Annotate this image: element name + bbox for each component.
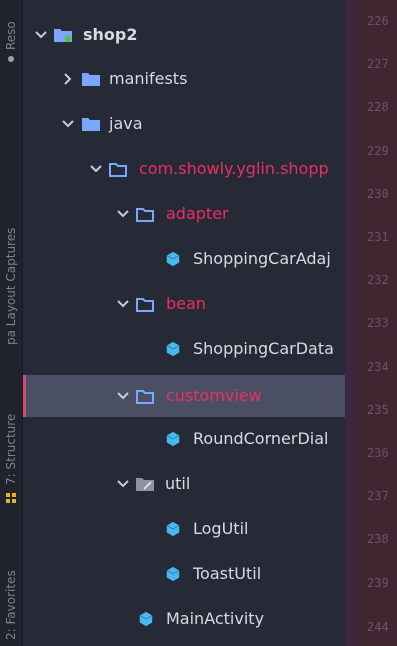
line-number: 229 (367, 144, 389, 158)
tree-item-customview[interactable]: customview (23, 375, 345, 417)
structure-icon (6, 493, 16, 503)
line-number: 239 (367, 576, 389, 590)
tree-item-label: java (109, 114, 143, 133)
tree-item-package[interactable]: com.showly.yglin.shopp (23, 153, 345, 185)
tree-item-shop2[interactable]: shop2 (23, 19, 345, 51)
tree-item-main-class[interactable]: MainActivity (23, 603, 345, 635)
line-number: 226 (367, 14, 389, 28)
class-icon (166, 431, 180, 447)
tree-item-label: LogUtil (193, 519, 249, 538)
tree-item-adapter[interactable]: adapter (23, 198, 345, 230)
resources-tab[interactable]: Reso (0, 0, 22, 62)
line-number: 227 (367, 57, 389, 71)
package-icon (136, 208, 154, 222)
tree-item-manifests[interactable]: manifests (23, 63, 345, 95)
class-icon (166, 521, 180, 537)
tree-item-bean[interactable]: bean (23, 288, 345, 320)
module-folder-icon (54, 29, 72, 43)
tree-item-label: adapter (166, 204, 229, 223)
tree-item-customview-class[interactable]: RoundCornerDial (23, 423, 345, 455)
tree-item-util[interactable]: util (23, 468, 345, 500)
line-number: 232 (367, 273, 389, 287)
line-number: 238 (367, 532, 389, 546)
package-icon (136, 390, 154, 404)
class-icon (139, 611, 153, 627)
tree-item-java[interactable]: java (23, 108, 345, 140)
resources-tab-label: Reso (4, 21, 18, 50)
chevron-down-icon[interactable] (116, 207, 130, 221)
tree-item-label: customview (166, 386, 262, 405)
chevron-down-icon[interactable] (34, 28, 48, 42)
layout-captures-tab[interactable]: pa Layout Captures (0, 180, 22, 350)
class-icon (166, 251, 180, 267)
line-number: 234 (367, 360, 389, 374)
class-icon (166, 341, 180, 357)
tree-item-label: RoundCornerDial (193, 429, 329, 448)
class-icon (166, 566, 180, 582)
source-folder-icon (82, 118, 100, 131)
folder-icon (82, 73, 100, 86)
line-number: 244 (367, 620, 389, 634)
tree-item-util-class-1[interactable]: LogUtil (23, 513, 345, 545)
tree-item-util-class-2[interactable]: ToastUtil (23, 558, 345, 590)
line-number: 235 (367, 403, 389, 417)
chevron-down-icon[interactable] (89, 162, 103, 176)
tree-item-label: manifests (109, 69, 188, 88)
panel-divider[interactable] (345, 0, 355, 646)
line-number: 231 (367, 230, 389, 244)
chevron-down-icon[interactable] (61, 117, 75, 131)
chevron-right-icon[interactable] (61, 72, 75, 86)
structure-tab[interactable]: 7: Structure (0, 385, 22, 515)
favorites-tab[interactable]: 2: Favorites (0, 545, 22, 645)
chevron-down-icon[interactable] (116, 297, 130, 311)
tree-item-label: ToastUtil (193, 564, 262, 583)
package-icon (109, 163, 127, 177)
resources-tab-icon (8, 56, 14, 62)
line-number: 237 (367, 489, 389, 503)
package-icon (136, 298, 154, 312)
tree-item-label: bean (166, 294, 206, 313)
tree-item-label: shop2 (83, 25, 138, 44)
project-tree: shop2 manifests java com.showly.yglin.sh… (23, 0, 345, 646)
tree-item-label: util (165, 474, 191, 493)
tree-item-bean-class[interactable]: ShoppingCarData (23, 333, 345, 365)
tree-item-label: ShoppingCarAdaj (193, 249, 331, 268)
line-number: 228 (367, 100, 389, 114)
line-number: 230 (367, 187, 389, 201)
folder-icon (136, 478, 154, 491)
tool-window-strip: Reso pa Layout Captures 7: Structure 2: … (0, 0, 23, 646)
tree-item-adapter-class[interactable]: ShoppingCarAdaj (23, 243, 345, 275)
line-number: 236 (367, 446, 389, 460)
favorites-tab-label: 2: Favorites (4, 570, 18, 640)
tree-item-label: com.showly.yglin.shopp (139, 159, 329, 178)
tree-item-label: MainActivity (166, 609, 265, 628)
layout-captures-tab-label: pa Layout Captures (4, 227, 18, 345)
chevron-down-icon[interactable] (116, 389, 130, 403)
structure-tab-label: 7: Structure (4, 413, 18, 485)
tree-item-label: ShoppingCarData (193, 339, 334, 358)
line-number: 233 (367, 316, 389, 330)
chevron-down-icon[interactable] (116, 477, 130, 491)
